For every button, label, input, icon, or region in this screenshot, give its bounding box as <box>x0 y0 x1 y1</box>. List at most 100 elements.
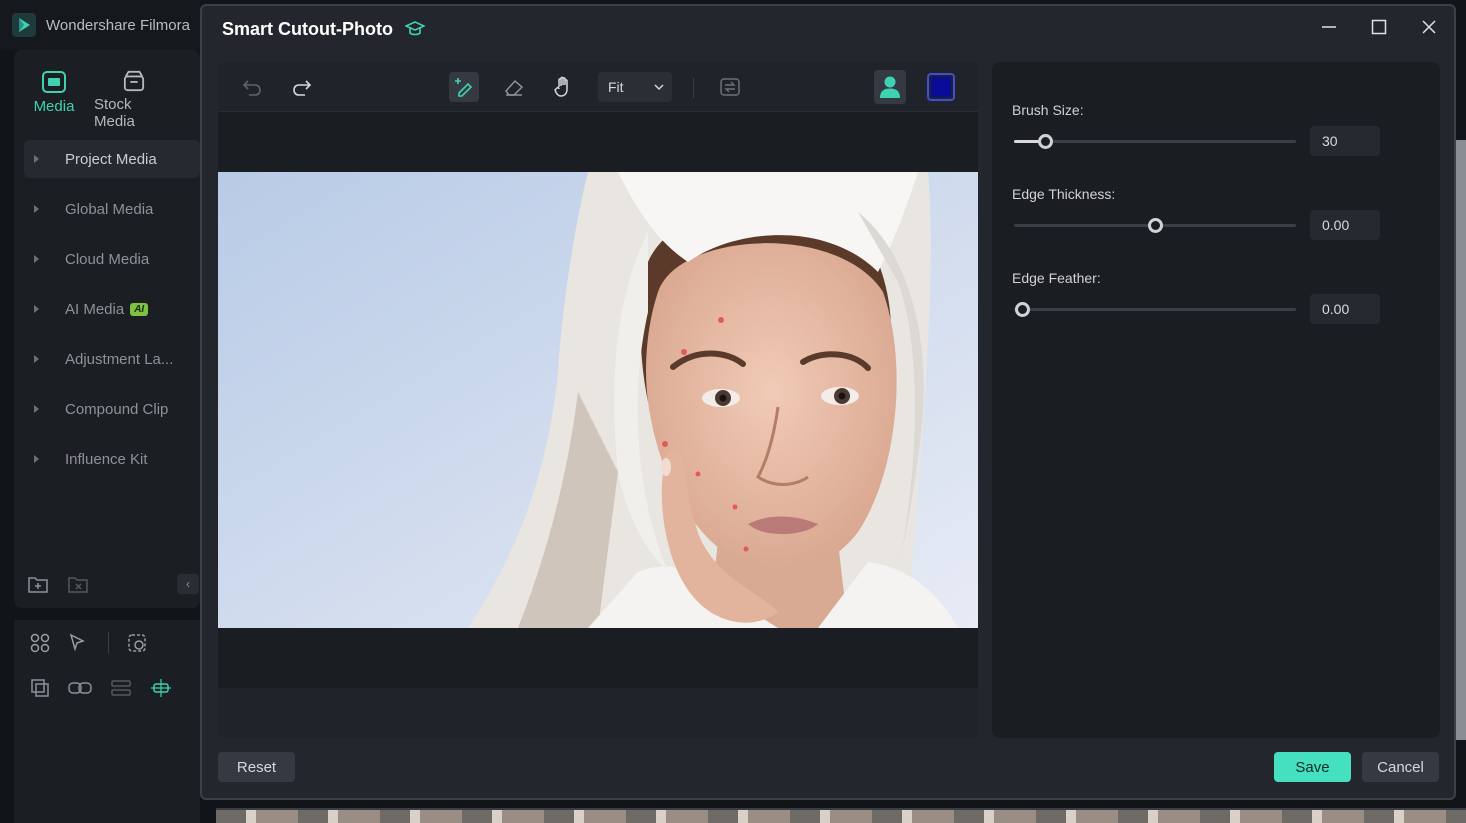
tab-stock-media-label: Stock Media <box>94 96 135 130</box>
eraser-icon <box>505 79 524 96</box>
sidebar-item-label: Global Media <box>65 200 154 218</box>
photo-preview[interactable] <box>218 172 978 628</box>
smart-select-icon[interactable] <box>127 633 149 653</box>
app-title-bar: Wondershare Filmora <box>0 0 200 50</box>
edge-thickness-control: Edge Thickness: 0.00 <box>1012 186 1420 240</box>
store-icon <box>123 70 145 92</box>
media-icon <box>42 71 66 93</box>
sidebar-item-global-media[interactable]: Global Media <box>24 190 200 228</box>
app-title: Wondershare Filmora <box>46 16 190 34</box>
collapse-panel-button[interactable]: ‹ <box>177 574 199 594</box>
select-pointer-icon[interactable] <box>68 633 90 653</box>
hand-icon <box>554 76 568 97</box>
portrait-mode-button[interactable] <box>874 70 906 104</box>
zoom-select[interactable]: Fit <box>598 72 672 102</box>
brush-size-input[interactable]: 30 <box>1310 126 1380 156</box>
align-icon[interactable] <box>110 678 132 698</box>
brush-size-thumb[interactable] <box>1038 134 1054 149</box>
tab-stock-media[interactable]: Stock Media <box>94 70 174 130</box>
minimize-button[interactable] <box>1318 16 1340 38</box>
snap-icon[interactable] <box>150 678 172 698</box>
divider <box>108 632 109 654</box>
caret-right-icon <box>34 305 39 313</box>
caret-right-icon <box>34 255 39 263</box>
brush-size-slider[interactable] <box>1014 134 1296 149</box>
cancel-button[interactable]: Cancel <box>1362 752 1439 782</box>
portrait-photo <box>218 172 978 628</box>
caret-right-icon <box>34 455 39 463</box>
sidebar-item-label: AI Media <box>65 300 125 318</box>
maximize-icon <box>1371 19 1387 35</box>
caret-right-icon <box>34 355 39 363</box>
mask-color-fill <box>931 77 951 97</box>
caret-right-icon <box>34 405 39 413</box>
link-icon[interactable] <box>68 678 92 698</box>
chevron-down-icon <box>654 84 664 91</box>
media-panel: Media Stock Media Project Media Global M… <box>14 50 200 608</box>
compare-icon <box>720 78 740 96</box>
tab-media[interactable]: Media <box>14 70 94 130</box>
sidebar-item-ai-media[interactable]: AI Media AI <box>24 290 200 328</box>
maximize-button[interactable] <box>1368 16 1390 38</box>
canvas-footer <box>218 688 978 738</box>
edge-thickness-thumb[interactable] <box>1148 218 1163 233</box>
edge-feather-thumb[interactable] <box>1015 302 1031 317</box>
edge-feather-slider[interactable] <box>1014 302 1296 317</box>
sidebar-item-label: Compound Clip <box>65 400 169 418</box>
preview-edge <box>1456 140 1466 740</box>
sidebar-item-label: Project Media <box>65 150 157 168</box>
sidebar-item-influence-kit[interactable]: Influence Kit <box>24 440 200 478</box>
minimize-icon <box>1322 26 1336 28</box>
eraser-button[interactable] <box>499 72 529 102</box>
edge-thickness-input[interactable]: 0.00 <box>1310 210 1380 240</box>
sidebar-item-label: Adjustment La... <box>65 350 174 368</box>
save-button[interactable]: Save <box>1274 752 1351 782</box>
dialog-header: Smart Cutout-Photo <box>202 6 1454 52</box>
redo-button[interactable] <box>287 72 317 102</box>
caret-right-icon <box>34 205 39 213</box>
chevron-left-icon: ‹ <box>186 577 190 591</box>
tab-media-label: Media <box>33 98 75 115</box>
new-folder-icon[interactable] <box>28 575 48 593</box>
edge-thickness-slider[interactable] <box>1014 218 1296 233</box>
grid-icon[interactable] <box>30 633 50 653</box>
sidebar-item-label: Cloud Media <box>65 250 150 268</box>
ai-badge: AI <box>130 302 149 316</box>
dialog-title: Smart Cutout-Photo <box>222 18 393 39</box>
sidebar-item-adjustment-layer[interactable]: Adjustment La... <box>24 340 200 378</box>
filmora-logo-icon <box>12 13 36 37</box>
graduation-cap-icon[interactable] <box>404 20 425 38</box>
folder-remove-icon[interactable] <box>68 575 88 593</box>
sidebar-item-cloud-media[interactable]: Cloud Media <box>24 240 200 278</box>
edge-feather-input[interactable]: 0.00 <box>1310 294 1380 324</box>
caret-right-icon <box>34 155 39 163</box>
close-icon <box>1422 20 1436 34</box>
person-icon <box>880 76 900 98</box>
sidebar-item-compound-clip[interactable]: Compound Clip <box>24 390 200 428</box>
sidebar-item-project-media[interactable]: Project Media <box>24 140 200 178</box>
undo-button[interactable] <box>237 72 267 102</box>
smart-brush-button[interactable] <box>449 72 479 102</box>
brush-size-control: Brush Size: 30 <box>1012 102 1420 156</box>
undo-icon <box>242 80 261 96</box>
cutout-toolbar: Fit <box>218 62 978 112</box>
hand-pan-button[interactable] <box>549 72 579 102</box>
timeline-thumbnails <box>216 808 1466 823</box>
zoom-value: Fit <box>608 79 624 95</box>
tool-panel <box>14 620 200 823</box>
edge-thickness-label: Edge Thickness: <box>1012 186 1116 202</box>
reset-button[interactable]: Reset <box>218 752 295 782</box>
edge-feather-control: Edge Feather: 0.00 <box>1012 270 1420 324</box>
redo-icon <box>293 80 312 96</box>
canvas-area: Fit <box>218 62 978 738</box>
brush-size-label: Brush Size: <box>1012 102 1084 118</box>
mask-color-swatch[interactable] <box>927 73 955 101</box>
smart-brush-icon <box>455 78 473 97</box>
edge-feather-label: Edge Feather: <box>1012 270 1101 286</box>
compare-button[interactable] <box>715 72 745 102</box>
smart-cutout-dialog: Smart Cutout-Photo Fit Brush Size: 30 Ed… <box>200 4 1456 800</box>
copy-add-icon[interactable] <box>30 678 50 698</box>
toolbar-divider <box>693 78 694 98</box>
close-button[interactable] <box>1418 16 1440 38</box>
properties-panel: Brush Size: 30 Edge Thickness: 0.00 Edge… <box>992 62 1440 738</box>
